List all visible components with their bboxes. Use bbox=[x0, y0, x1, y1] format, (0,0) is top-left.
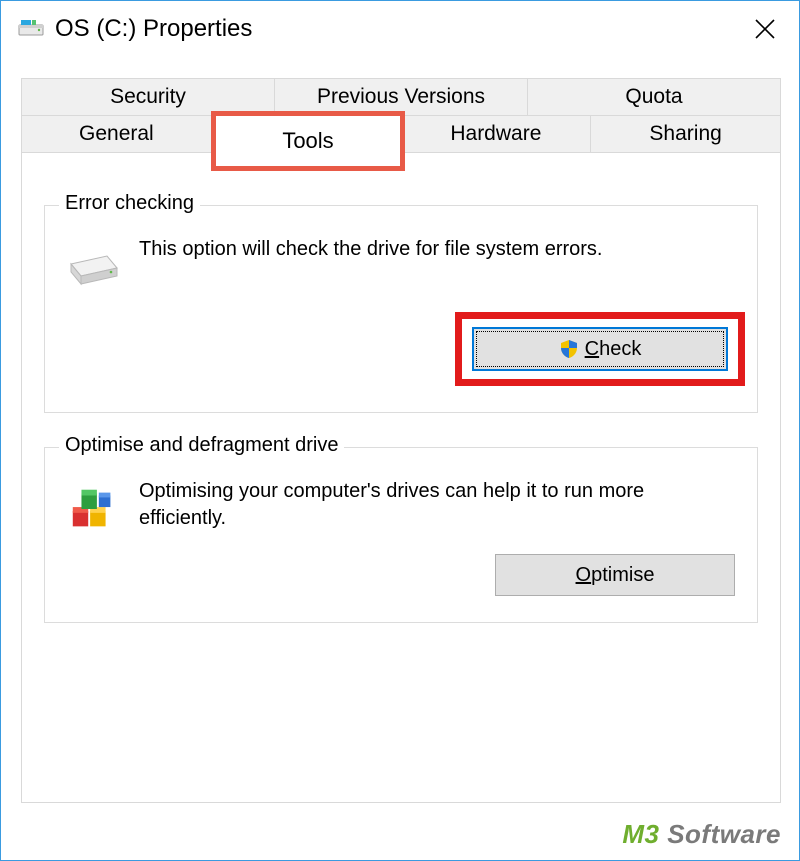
uac-shield-icon bbox=[559, 339, 579, 359]
tab-tools-label: Tools bbox=[282, 128, 333, 154]
tab-quota[interactable]: Quota bbox=[527, 78, 781, 116]
drive-icon bbox=[17, 15, 45, 43]
titlebar: OS (C:) Properties bbox=[1, 1, 799, 56]
watermark: M3 Software bbox=[622, 819, 781, 850]
watermark-rest: Software bbox=[659, 819, 781, 849]
tab-sharing[interactable]: Sharing bbox=[590, 115, 781, 153]
groupbox-legend: Optimise and defragment drive bbox=[59, 434, 344, 457]
groupbox-error-checking: Error checking This option will check th… bbox=[44, 205, 758, 413]
watermark-brand: M3 bbox=[622, 819, 659, 849]
properties-window: OS (C:) Properties Security Previous Ver… bbox=[0, 0, 800, 861]
tab-general[interactable]: General bbox=[21, 115, 211, 153]
check-button-highlight: Check bbox=[455, 312, 745, 386]
hard-drive-icon bbox=[67, 240, 121, 294]
error-checking-text: This option will check the drive for fil… bbox=[139, 234, 735, 263]
client-area: Security Previous Versions Quota General… bbox=[1, 56, 799, 803]
check-button-label: Check bbox=[585, 338, 642, 361]
tab-tools[interactable]: Tools bbox=[211, 111, 405, 171]
close-button[interactable] bbox=[743, 7, 787, 51]
groupbox-defragment: Optimise and defragment drive bbox=[44, 447, 758, 623]
optimise-button[interactable]: Optimise bbox=[495, 554, 735, 596]
groupbox-legend: Error checking bbox=[59, 192, 200, 215]
defragment-icon bbox=[67, 482, 121, 536]
check-button[interactable]: Check bbox=[472, 327, 728, 371]
tab-strip: Security Previous Versions Quota General… bbox=[21, 78, 781, 803]
tab-hardware[interactable]: Hardware bbox=[401, 115, 591, 153]
window-title: OS (C:) Properties bbox=[55, 15, 743, 43]
close-icon bbox=[754, 18, 776, 40]
defragment-text: Optimising your computer's drives can he… bbox=[139, 476, 735, 532]
tab-page-tools: Error checking This option will check th… bbox=[21, 153, 781, 803]
optimise-button-label: Optimise bbox=[576, 564, 655, 587]
